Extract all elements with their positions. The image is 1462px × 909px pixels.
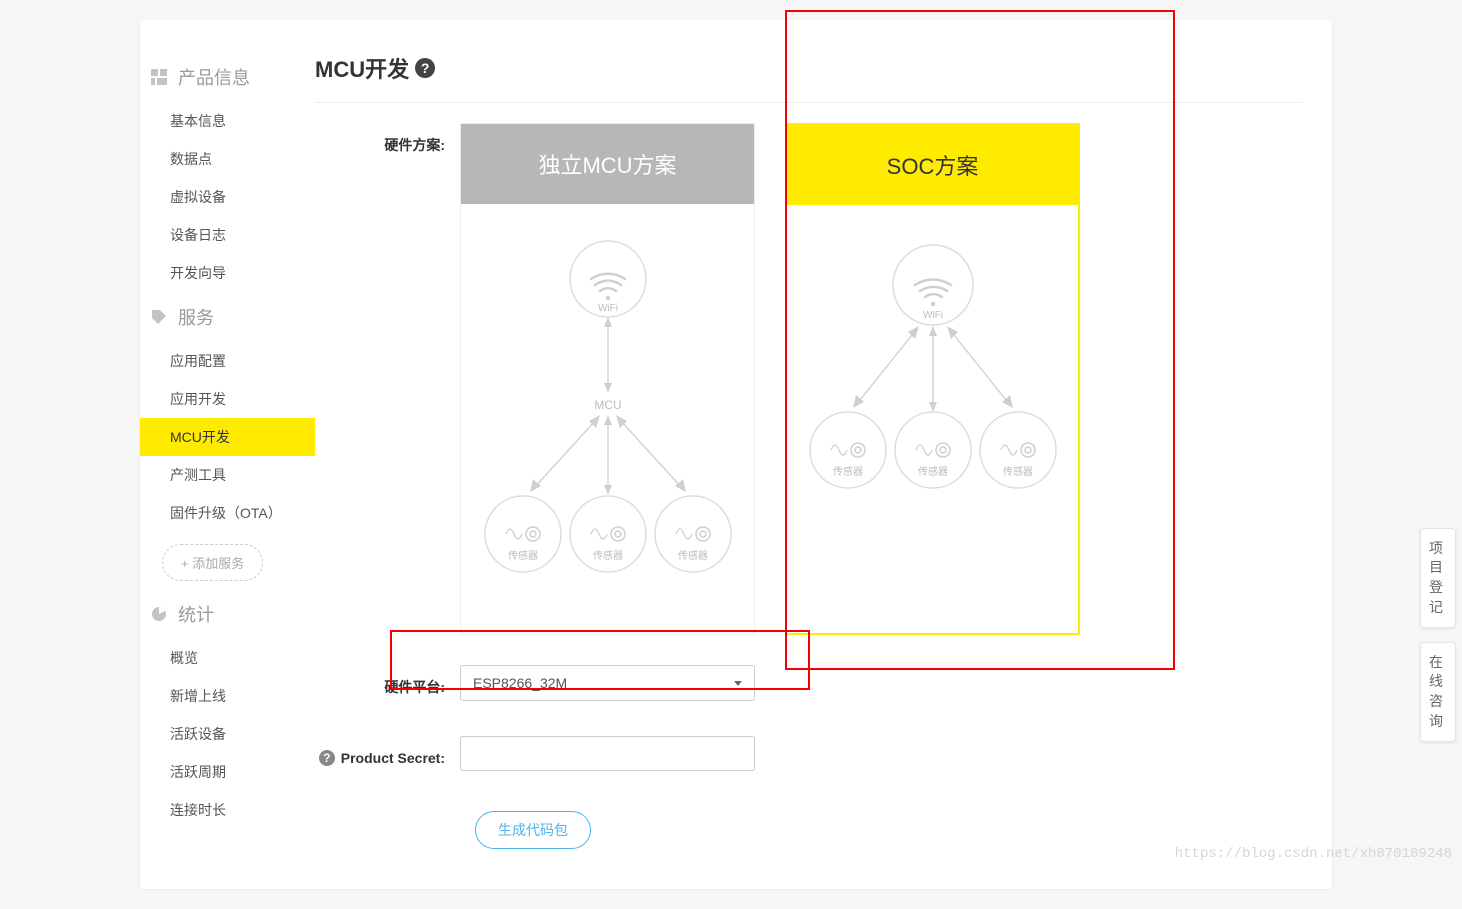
svg-text:传感器: 传感器 xyxy=(678,549,708,562)
sidebar-item-mcu-dev[interactable]: MCU开发 xyxy=(140,418,315,456)
pie-icon xyxy=(150,605,168,623)
option-independent-mcu[interactable]: 独立MCU方案 WiFi xyxy=(460,123,755,635)
sidebar-item-virtual-device[interactable]: 虚拟设备 xyxy=(140,178,315,216)
sidebar-item-ota[interactable]: 固件升级（OTA） xyxy=(140,494,315,532)
hw-platform-label: 硬件平台: xyxy=(315,669,460,697)
hw-scheme-options: 独立MCU方案 WiFi xyxy=(460,123,1080,635)
svg-text:传感器: 传感器 xyxy=(918,465,948,478)
diagram-soc: WiFi xyxy=(787,205,1078,560)
option-header[interactable]: SOC方案 xyxy=(787,125,1078,205)
product-secret-label: Product Secret: xyxy=(341,750,445,766)
float-tab-online-consult[interactable]: 在线咨询 xyxy=(1420,642,1456,742)
sidebar-item-app-dev[interactable]: 应用开发 xyxy=(140,380,315,418)
svg-text:传感器: 传感器 xyxy=(1003,465,1033,478)
divider xyxy=(315,102,1302,103)
svg-text:WiFi: WiFi xyxy=(598,303,618,314)
sidebar-section-services: 服务 xyxy=(140,292,315,342)
sidebar-item-active-devices[interactable]: 活跃设备 xyxy=(140,715,315,753)
option-soc[interactable]: SOC方案 WiFi xyxy=(785,123,1080,635)
page-title: MCU开发 ? xyxy=(315,52,1332,84)
hw-platform-select[interactable]: ESP8266_32M xyxy=(460,665,755,701)
sidebar-section-title: 服务 xyxy=(178,304,214,330)
hw-platform-row: 硬件平台: ESP8266_32M xyxy=(315,665,1332,701)
sidebar-item-conn-duration[interactable]: 连接时长 xyxy=(140,791,315,829)
product-secret-label-wrap: ? Product Secret: xyxy=(315,742,460,766)
hw-platform-value: ESP8266_32M xyxy=(473,675,567,691)
sidebar-item-test-tool[interactable]: 产测工具 xyxy=(140,456,315,494)
hw-scheme-label: 硬件方案: xyxy=(315,123,460,155)
main-content: MCU开发 ? 硬件方案: 独立MCU方案 xyxy=(315,20,1332,889)
generate-code-button[interactable]: 生成代码包 xyxy=(475,811,591,849)
product-secret-row: ? Product Secret: xyxy=(315,736,1332,771)
sidebar-item-device-log[interactable]: 设备日志 xyxy=(140,216,315,254)
caret-down-icon xyxy=(734,681,742,686)
sidebar: 产品信息 基本信息 数据点 虚拟设备 设备日志 开发向导 服务 应用配置 应用开… xyxy=(140,20,315,889)
sidebar-item-active-period[interactable]: 活跃周期 xyxy=(140,753,315,791)
svg-text:传感器: 传感器 xyxy=(833,465,863,478)
hw-scheme-row: 硬件方案: 独立MCU方案 WiFi xyxy=(315,123,1332,635)
svg-text:WiFi: WiFi xyxy=(923,310,943,321)
svg-text:MCU: MCU xyxy=(594,398,621,412)
add-service-button[interactable]: + 添加服务 xyxy=(162,544,263,581)
sidebar-item-overview[interactable]: 概览 xyxy=(140,639,315,677)
svg-text:传感器: 传感器 xyxy=(508,549,538,562)
diagram-mcu: WiFi MCU xyxy=(461,204,754,634)
sidebar-item-new-online[interactable]: 新增上线 xyxy=(140,677,315,715)
help-icon[interactable]: ? xyxy=(415,58,435,78)
sidebar-item-data-points[interactable]: 数据点 xyxy=(140,140,315,178)
grid-icon xyxy=(150,68,168,86)
float-tab-project-register[interactable]: 项目登记 xyxy=(1420,528,1456,628)
page-title-text: MCU开发 xyxy=(315,52,409,84)
help-icon[interactable]: ? xyxy=(319,750,335,766)
svg-text:传感器: 传感器 xyxy=(593,549,623,562)
option-header[interactable]: 独立MCU方案 xyxy=(461,124,754,204)
sidebar-item-basic-info[interactable]: 基本信息 xyxy=(140,102,315,140)
sidebar-section-title: 统计 xyxy=(178,601,214,627)
sidebar-section-product: 产品信息 xyxy=(140,52,315,102)
product-secret-input[interactable] xyxy=(460,736,755,771)
sidebar-item-dev-wizard[interactable]: 开发向导 xyxy=(140,254,315,292)
sidebar-section-title: 产品信息 xyxy=(178,64,250,90)
sidebar-item-app-config[interactable]: 应用配置 xyxy=(140,342,315,380)
sidebar-section-stats: 统计 xyxy=(140,589,315,639)
tag-icon xyxy=(150,308,168,326)
